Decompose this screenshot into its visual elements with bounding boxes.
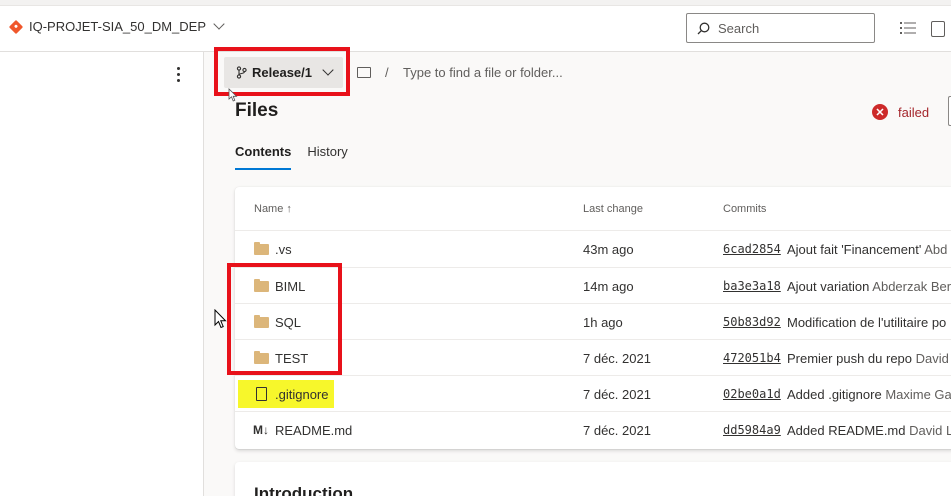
left-panel [0, 52, 204, 496]
row-divider [235, 339, 951, 340]
search-box[interactable]: Search [686, 13, 875, 43]
commit-message-text: Premier push du repo [787, 351, 913, 366]
build-status-text: failed [898, 104, 930, 120]
repo-name: IQ-PROJET-SIA_50_DM_DEP [29, 19, 206, 34]
last-change: 7 déc. 2021 [583, 351, 651, 366]
page-title: Files [235, 100, 279, 121]
commit-hash-link[interactable]: dd5984a9 [723, 423, 781, 437]
row-divider [235, 303, 951, 304]
commit-message-text: Added .gitignore [787, 387, 882, 402]
row-divider [235, 411, 951, 412]
tab-history[interactable]: History [307, 144, 347, 170]
files-tabs: Contents History [235, 144, 348, 170]
file-name-link[interactable]: README.md [275, 423, 352, 438]
readme-heading: Introduction [254, 484, 354, 496]
repo-selector[interactable]: IQ-PROJET-SIA_50_DM_DEP [8, 18, 225, 34]
last-change: 43m ago [583, 242, 634, 257]
commit-hash-link[interactable]: ba3e3a18 [723, 279, 781, 293]
tab-contents[interactable]: Contents [235, 144, 292, 170]
commit-hash-link[interactable]: 02be0a1d [723, 387, 781, 401]
top-strip [0, 0, 951, 6]
mouse-cursor-icon [214, 309, 227, 329]
commit-message: Premier push du repo David [787, 351, 951, 366]
commit-hash-link[interactable]: 6cad2854 [723, 242, 781, 256]
commit-author: David [915, 351, 949, 366]
git-repo-icon [8, 19, 24, 34]
last-change: 1h ago [583, 315, 623, 330]
column-header-commits: Commits [723, 203, 767, 215]
file-name-link[interactable]: .vs [275, 242, 292, 257]
marketplace-icon[interactable] [931, 21, 945, 37]
column-header-name[interactable]: Name ↑ [254, 203, 292, 215]
commit-hash-link[interactable]: 472051b4 [723, 351, 781, 365]
path-separator: / [385, 65, 389, 80]
path-search-input[interactable]: Type to find a file or folder... [403, 65, 563, 80]
markdown-icon: M↓ [253, 423, 269, 437]
chevron-down-icon [213, 18, 225, 30]
commit-message: Added .gitignore Maxime Ga [787, 387, 951, 402]
commit-message: Ajout fait 'Financement' Abd [787, 242, 951, 257]
file-name-link[interactable]: .gitignore [275, 387, 328, 402]
search-icon [697, 22, 710, 34]
search-placeholder: Search [718, 20, 760, 36]
commit-author: David Le [909, 423, 951, 438]
last-change: 7 déc. 2021 [583, 423, 651, 438]
list-settings-icon[interactable] [900, 22, 916, 34]
commit-author: Abderzak Ber [872, 279, 951, 294]
row-divider [235, 267, 951, 268]
column-header-last-change: Last change [583, 203, 643, 215]
commit-message: Modification de l'utilitaire po [787, 315, 951, 330]
mouse-cursor-icon [228, 88, 238, 102]
file-icon [256, 387, 267, 401]
commit-message: Ajout variation Abderzak Ber [787, 279, 951, 294]
build-status-badge[interactable]: ✕ failed [872, 104, 929, 120]
commit-message-text: Added README.md [787, 423, 906, 438]
row-divider [235, 375, 951, 376]
commit-hash-link[interactable]: 50b83d92 [723, 315, 781, 329]
folder-icon [254, 242, 269, 255]
commit-message-text: Ajout fait 'Financement' [787, 242, 922, 257]
commit-message-text: Ajout variation [787, 279, 870, 294]
last-change: 7 déc. 2021 [583, 387, 651, 402]
last-change: 14m ago [583, 279, 634, 294]
annotation-box-folders [227, 263, 342, 375]
folder-icon[interactable] [357, 67, 371, 78]
error-icon: ✕ [872, 104, 888, 120]
commit-author: Abd [924, 242, 948, 257]
row-divider [235, 230, 951, 231]
commit-author: Maxime Ga [885, 387, 951, 402]
commit-message-text: Modification de l'utilitaire po [787, 315, 947, 330]
more-options-icon[interactable] [177, 67, 180, 82]
commit-message: Added README.md David Le [787, 423, 951, 438]
